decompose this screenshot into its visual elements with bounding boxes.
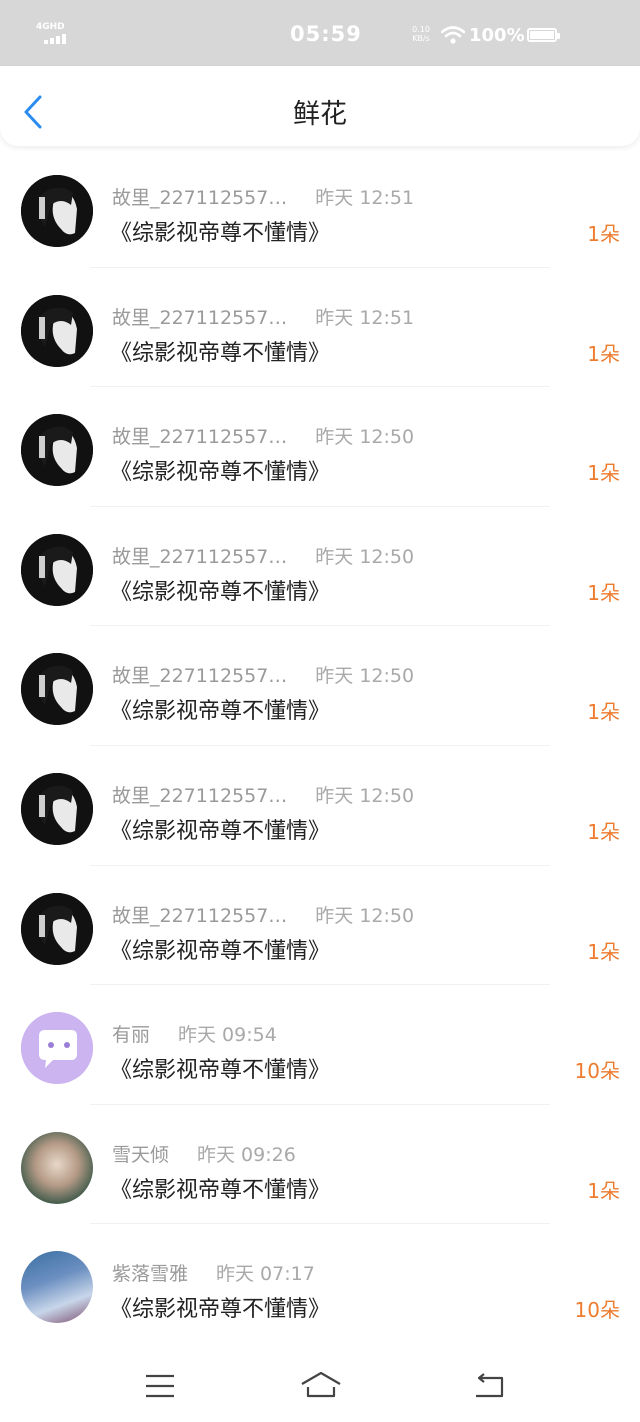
book-title: 《综影视帝尊不懂情》 (110, 460, 331, 486)
list-item[interactable]: 雪天倾 昨天 09:26 《综影视帝尊不懂情》 1朵 (0, 1105, 640, 1225)
timestamp: 昨天 12:50 (315, 426, 415, 449)
flower-count: 1朵 (587, 819, 620, 844)
list-item[interactable]: 故里_227112557… 昨天 12:50 《综影视帝尊不懂情》 1朵 (0, 746, 640, 866)
status-bar: 4GHD 05:59 0.10 KB/s 100% (0, 0, 640, 66)
item-meta: 故里_227112557… 昨天 12:51 (112, 183, 414, 210)
flower-list: 故里_227112557… 昨天 12:51 《综影视帝尊不懂情》 1朵 故里_2… (0, 148, 640, 1344)
menu-icon (146, 1374, 174, 1398)
timestamp: 昨天 12:50 (315, 784, 415, 807)
timestamp: 昨天 12:50 (315, 545, 415, 568)
sender-name: 故里_227112557… (112, 187, 288, 209)
system-nav-bar (0, 1354, 640, 1422)
item-meta: 故里_227112557… 昨天 12:50 (112, 422, 414, 449)
back-icon (476, 1373, 504, 1398)
book-title: 《综影视帝尊不懂情》 (110, 340, 331, 366)
sender-name: 故里_227112557… (112, 306, 288, 329)
list-item[interactable]: 故里_227112557… 昨天 12:51 《综影视帝尊不懂情》 1朵 (0, 148, 640, 268)
status-time: 05:59 (290, 22, 362, 46)
battery-percent: 100% (469, 25, 525, 46)
book-title: 《综影视帝尊不懂情》 (110, 1177, 331, 1203)
timestamp: 昨天 07:17 (216, 1263, 315, 1286)
book-title: 《综影视帝尊不懂情》 (110, 699, 331, 725)
book-title: 《综影视帝尊不懂情》 (110, 1297, 331, 1323)
flower-count: 1朵 (587, 939, 620, 964)
flower-count: 1朵 (587, 341, 620, 366)
menu-button[interactable] (142, 1370, 178, 1402)
sender-name: 故里_227112557… (112, 426, 288, 449)
flower-count: 1朵 (587, 700, 620, 725)
network-type: 4GHD (36, 22, 65, 32)
avatar[interactable] (21, 1251, 93, 1324)
sender-name: 故里_227112557… (112, 545, 288, 568)
list-item[interactable]: 有丽 昨天 09:54 《综影视帝尊不懂情》 10朵 (0, 985, 640, 1105)
item-meta: 故里_227112557… 昨天 12:50 (112, 781, 414, 808)
sender-name: 雪天倾 (112, 1143, 170, 1166)
book-title: 《综影视帝尊不懂情》 (110, 579, 331, 605)
book-title: 《综影视帝尊不懂情》 (110, 818, 331, 844)
book-title: 《综影视帝尊不懂情》 (110, 938, 331, 964)
list-item[interactable]: 故里_227112557… 昨天 12:50 《综影视帝尊不懂情》 1朵 (0, 866, 640, 986)
avatar[interactable] (21, 772, 93, 845)
book-title: 《综影视帝尊不懂情》 (110, 1058, 331, 1084)
avatar[interactable] (21, 1131, 93, 1204)
avatar[interactable] (21, 414, 93, 487)
avatar[interactable] (21, 892, 93, 965)
sender-name: 紫落雪雅 (112, 1263, 189, 1286)
timestamp: 昨天 09:54 (178, 1024, 277, 1047)
battery-icon (527, 28, 560, 42)
flower-count: 1朵 (587, 222, 620, 246)
sender-name: 故里_227112557… (112, 904, 288, 927)
sender-name: 故里_227112557… (112, 784, 288, 807)
avatar[interactable] (21, 175, 93, 247)
timestamp: 昨天 09:26 (197, 1143, 296, 1166)
back-nav-button[interactable] (472, 1370, 508, 1402)
item-meta: 故里_227112557… 昨天 12:50 (112, 901, 414, 928)
timestamp: 昨天 12:51 (315, 306, 415, 329)
page-title: 鲜花 (293, 99, 347, 130)
list-item[interactable]: 紫落雪雅 昨天 07:17 《综影视帝尊不懂情》 10朵 (0, 1224, 640, 1344)
timestamp: 昨天 12:51 (315, 187, 415, 209)
book-title: 《综影视帝尊不懂情》 (110, 221, 331, 246)
list-item[interactable]: 故里_227112557… 昨天 12:50 《综影视帝尊不懂情》 1朵 (0, 387, 640, 507)
wifi-icon (440, 26, 466, 44)
flower-count: 10朵 (574, 1298, 620, 1323)
item-meta: 故里_227112557… 昨天 12:50 (112, 542, 414, 569)
signal-icon: 4GHD (36, 22, 70, 46)
avatar[interactable] (21, 1012, 93, 1085)
list-item[interactable]: 故里_227112557… 昨天 12:50 《综影视帝尊不懂情》 1朵 (0, 507, 640, 627)
list-item[interactable]: 故里_227112557… 昨天 12:51 《综影视帝尊不懂情》 1朵 (0, 268, 640, 388)
flower-count: 10朵 (574, 1059, 620, 1084)
item-meta: 雪天倾 昨天 09:26 (112, 1140, 296, 1167)
home-icon (301, 1371, 341, 1398)
flower-count: 1朵 (587, 580, 620, 605)
avatar[interactable] (21, 294, 93, 367)
item-meta: 有丽 昨天 09:54 (112, 1020, 277, 1047)
sender-name: 有丽 (112, 1024, 151, 1047)
item-meta: 故里_227112557… 昨天 12:50 (112, 661, 414, 688)
sender-name: 故里_227112557… (112, 665, 288, 688)
item-meta: 紫落雪雅 昨天 07:17 (112, 1259, 315, 1286)
nav-header: 鲜花 (0, 66, 640, 146)
flower-count: 1朵 (587, 1178, 620, 1203)
timestamp: 昨天 12:50 (315, 904, 415, 927)
list-item[interactable]: 故里_227112557… 昨天 12:50 《综影视帝尊不懂情》 1朵 (0, 626, 640, 746)
avatar[interactable] (21, 533, 93, 606)
flower-count: 1朵 (587, 461, 620, 486)
item-meta: 故里_227112557… 昨天 12:51 (112, 303, 414, 330)
timestamp: 昨天 12:50 (315, 665, 415, 688)
network-speed: 0.10 KB/s (412, 25, 430, 43)
home-button[interactable] (300, 1370, 342, 1402)
avatar[interactable] (21, 653, 93, 726)
